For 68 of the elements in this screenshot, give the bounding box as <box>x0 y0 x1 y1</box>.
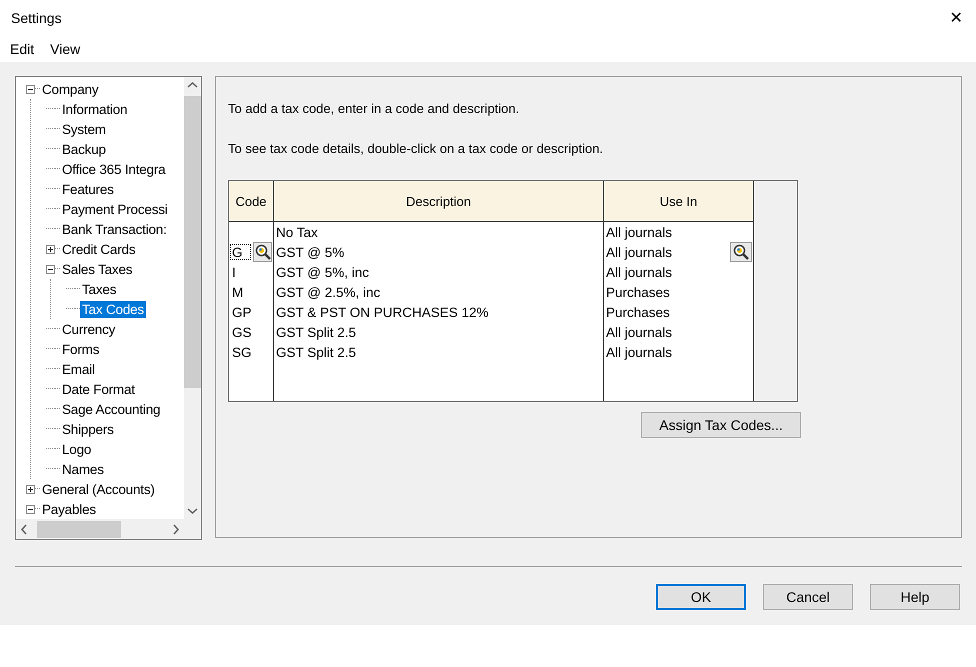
collapse-toggle[interactable] <box>26 504 35 514</box>
lookup-button[interactable] <box>730 242 752 262</box>
instruction-text: To add a tax code, enter in a code and description. <box>228 100 520 118</box>
table-cell: All journals <box>606 344 672 360</box>
tree-item[interactable]: Sage Accounting <box>60 400 162 418</box>
tree-item[interactable]: Sales Taxes <box>60 260 134 278</box>
table-cell: Purchases <box>606 284 670 300</box>
table-cell: GST & PST ON PURCHASES 12% <box>276 304 489 320</box>
table-cell: GST @ 2.5%, inc <box>276 284 380 300</box>
tree-item[interactable]: Backup <box>60 140 108 158</box>
table-cell: All journals <box>606 244 672 260</box>
tree-item[interactable]: Logo <box>60 440 94 458</box>
tree-item[interactable]: Credit Cards <box>60 240 138 258</box>
tree-item[interactable]: Features <box>60 180 116 198</box>
tree-line <box>55 268 60 270</box>
tree-item[interactable]: Office 365 Integra <box>60 160 168 178</box>
table-cell: GST Split 2.5 <box>276 344 356 360</box>
tree-item[interactable]: Company <box>40 80 100 98</box>
instruction-text: To see tax code details, double-click on a tax code or description. <box>228 140 604 158</box>
expand-toggle[interactable] <box>46 244 55 254</box>
table-cell: GST @ 5%, inc <box>276 264 369 280</box>
tree-item[interactable]: Currency <box>60 320 118 338</box>
table-cell: All journals <box>606 224 672 240</box>
table-cell: No Tax <box>276 224 318 240</box>
tree-item[interactable]: Names <box>60 460 106 478</box>
window-title: Settings <box>11 10 62 26</box>
tree-item[interactable]: Email <box>60 360 97 378</box>
dialog-button[interactable]: OK <box>656 584 746 610</box>
collapse-toggle[interactable] <box>26 84 35 94</box>
table-cell: G <box>230 244 251 260</box>
vertical-scrollbar[interactable] <box>184 77 201 519</box>
plus-icon <box>27 486 34 492</box>
menu-item[interactable]: View <box>50 41 80 57</box>
magnifier-icon <box>254 244 270 260</box>
assign-tax-codes-button[interactable]: Assign Tax Codes... <box>641 412 801 438</box>
tree-line <box>35 508 40 510</box>
column-header[interactable]: Description <box>274 181 604 222</box>
tree-item[interactable]: Payment Processi <box>60 200 170 218</box>
tree-item[interactable]: Forms <box>60 340 102 358</box>
table-cell: All journals <box>606 324 672 340</box>
menu-item[interactable]: Edit <box>10 41 34 57</box>
plus-icon <box>47 246 54 252</box>
table-cell: GST Split 2.5 <box>276 324 356 340</box>
tree-line <box>55 248 60 250</box>
dialog-button[interactable]: Cancel <box>763 584 853 610</box>
tree-item[interactable]: System <box>60 120 108 138</box>
column-header[interactable]: Code <box>229 181 274 222</box>
dialog-button[interactable]: Help <box>870 584 960 610</box>
collapse-toggle[interactable] <box>46 264 55 274</box>
table-cell: Purchases <box>606 304 670 320</box>
expand-toggle[interactable] <box>26 484 35 494</box>
table-cell: GST @ 5% <box>276 244 344 260</box>
tree-line <box>35 488 40 490</box>
lookup-button[interactable] <box>253 242 272 262</box>
column-header[interactable]: Use In <box>604 181 754 222</box>
tree-item[interactable]: Payables <box>40 500 98 518</box>
tree-item[interactable]: Bank Transaction: <box>60 220 169 238</box>
tree-item[interactable]: Tax Codes <box>80 300 146 318</box>
magnifier-icon <box>733 244 749 260</box>
tree-line <box>35 88 40 90</box>
tree-item[interactable]: Information <box>60 100 130 118</box>
tree-item[interactable]: Taxes <box>80 280 118 298</box>
tree-item[interactable]: Date Format <box>60 380 137 398</box>
horizontal-scrollbar[interactable] <box>16 519 184 539</box>
tree-item[interactable]: Shippers <box>60 420 116 438</box>
table-cell: All journals <box>606 264 672 280</box>
tree-item[interactable]: General (Accounts) <box>40 480 157 498</box>
close-button[interactable]: ✕ <box>946 8 966 28</box>
